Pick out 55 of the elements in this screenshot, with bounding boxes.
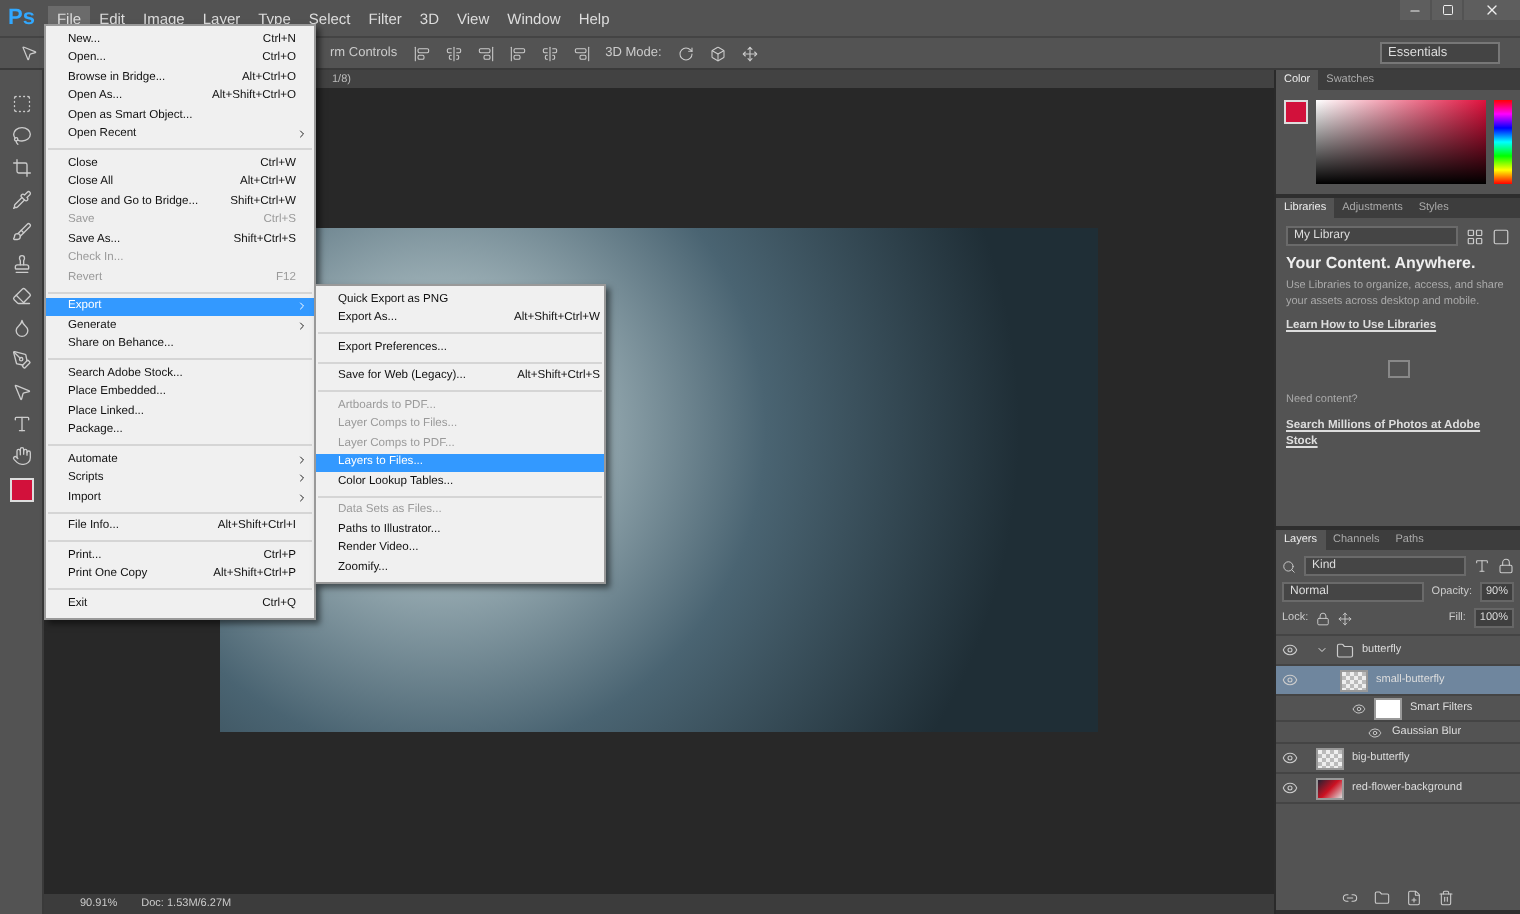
eye-icon[interactable]	[1282, 780, 1298, 796]
eyedropper-tool-icon[interactable]	[11, 190, 31, 210]
eraser-tool-icon[interactable]	[11, 286, 31, 306]
foreground-color-swatch[interactable]	[9, 478, 33, 502]
hue-spectrum-drawing	[1494, 100, 1512, 184]
maximize-icon	[1441, 4, 1453, 16]
align-middle-icon[interactable]	[541, 45, 558, 61]
align-top-icon[interactable]	[413, 45, 430, 61]
brush-tool-icon[interactable]	[11, 222, 31, 242]
align-top-icon[interactable]	[509, 45, 526, 61]
close-icon	[1484, 2, 1500, 18]
close-button[interactable]	[1464, 0, 1520, 20]
color-picker-field[interactable]	[1316, 100, 1486, 184]
lock-icon[interactable]	[1316, 611, 1331, 625]
list-view-icon[interactable]	[1492, 227, 1510, 245]
layer-thumbnail	[1316, 747, 1344, 769]
lasso-tool-icon[interactable]	[11, 126, 31, 146]
cube-icon[interactable]	[709, 45, 726, 61]
grid-view-icon[interactable]	[1466, 227, 1484, 245]
maximize-button[interactable]	[1432, 0, 1462, 20]
layer-thumbnail	[1340, 669, 1368, 691]
new-layer-icon[interactable]	[1406, 890, 1422, 906]
type-tool-icon[interactable]	[11, 414, 31, 434]
align-bottom-icon[interactable]	[573, 45, 590, 61]
search-icon[interactable]	[1282, 559, 1296, 573]
move-icon[interactable]	[1338, 611, 1353, 625]
move-icon[interactable]	[741, 45, 758, 61]
eye-icon[interactable]	[1368, 725, 1382, 739]
stamp-tool-icon[interactable]	[11, 254, 31, 274]
expand-icon[interactable]	[1316, 644, 1328, 656]
folder-icon[interactable]	[1374, 890, 1390, 906]
align-bottom-icon[interactable]	[477, 45, 494, 61]
pen-tool-icon[interactable]	[11, 350, 31, 370]
eye-icon[interactable]	[1352, 701, 1366, 715]
foreground-color-swatch[interactable]	[1284, 100, 1308, 124]
marquee-tool-icon[interactable]	[11, 94, 31, 114]
hand-tool-icon[interactable]	[11, 446, 31, 466]
lock-filter-icon[interactable]	[1498, 558, 1514, 574]
layer-thumbnail	[1316, 777, 1344, 799]
app-logo: Ps	[8, 6, 35, 30]
move-tool-icon[interactable]	[20, 44, 38, 62]
pointer-tool-icon[interactable]	[11, 382, 31, 402]
eye-icon[interactable]	[1282, 750, 1298, 766]
delete-icon[interactable]	[1438, 890, 1454, 906]
link-icon[interactable]	[1342, 890, 1358, 906]
eye-icon[interactable]	[1282, 642, 1298, 658]
folder-icon[interactable]	[1336, 641, 1354, 659]
filter-mask-thumbnail	[1374, 697, 1402, 719]
libraries-heading: Your Content. Anywhere.	[1286, 254, 1478, 272]
minimize-button[interactable]	[1400, 0, 1430, 20]
type-filter-icon[interactable]	[1474, 558, 1490, 574]
drop-tool-icon[interactable]	[11, 318, 31, 338]
rotate-icon[interactable]	[677, 45, 694, 61]
align-middle-icon[interactable]	[445, 45, 462, 61]
crop-tool-icon[interactable]	[11, 158, 31, 178]
